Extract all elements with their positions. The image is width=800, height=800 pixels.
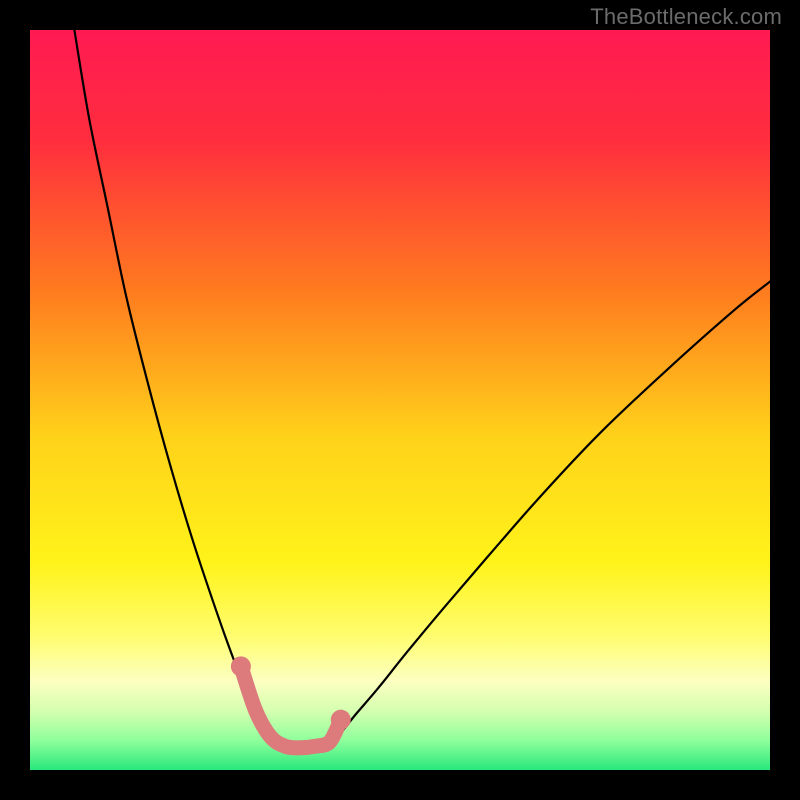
- chart-frame: TheBottleneck.com: [0, 0, 800, 800]
- point-highlight-dot-right: [331, 710, 351, 730]
- point-highlight-dot-left: [231, 656, 251, 676]
- plot-area: [30, 30, 770, 770]
- watermark-text: TheBottleneck.com: [590, 4, 782, 30]
- chart-svg: [30, 30, 770, 770]
